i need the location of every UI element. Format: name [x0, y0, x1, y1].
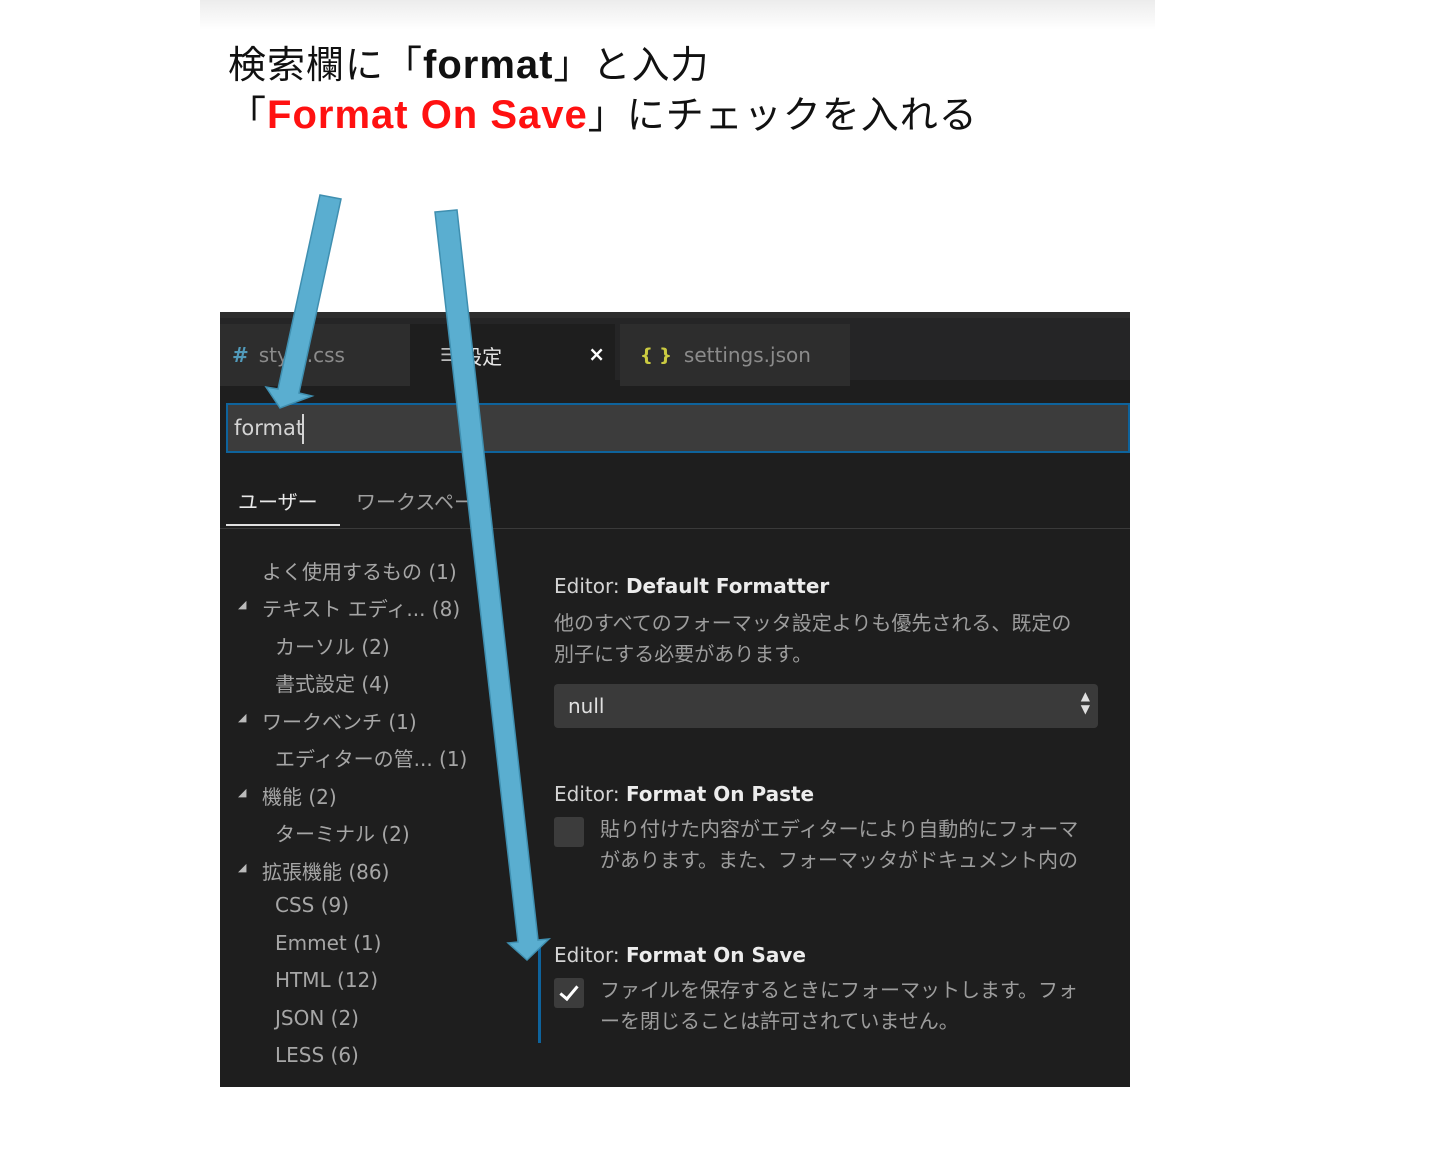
- format-on-save-checkbox[interactable]: [554, 978, 584, 1008]
- close-icon[interactable]: ×: [588, 342, 605, 366]
- toc-item[interactable]: ターミナル (2): [275, 818, 410, 852]
- toc-item[interactable]: よく使用するもの (1): [262, 556, 457, 590]
- toc-item[interactable]: Emmet (1): [275, 931, 381, 965]
- toc-item[interactable]: JSON (2): [275, 1006, 359, 1040]
- tab-bar: # style.css ☰ 設定 × { } settings.json: [220, 312, 1130, 386]
- expand-triangle-icon: ◢: [238, 711, 247, 724]
- toc-item[interactable]: カーソル (2): [275, 631, 390, 665]
- search-box: [226, 403, 1130, 453]
- toc-item[interactable]: LESS (6): [275, 1043, 359, 1077]
- instructions: 検索欄に「format」と入力 「Format On Save」にチェックを入れ…: [228, 40, 978, 140]
- expand-triangle-icon: ◢: [238, 786, 247, 799]
- keyword-format: format: [423, 43, 554, 87]
- keyword-format-on-save: Format On Save: [267, 93, 588, 137]
- default-formatter-select[interactable]: null ▲ ▼: [554, 684, 1098, 728]
- tab-settings[interactable]: ☰ 設定 ×: [410, 324, 615, 386]
- format-on-paste-checkbox[interactable]: [554, 817, 584, 847]
- instruction-line-2: 「Format On Save」にチェックを入れる: [228, 93, 978, 137]
- setting-desc-format-on-save: ファイルを保存するときにフォーマットします。フォ ーを閉じることは許可されていま…: [600, 978, 1078, 1033]
- instruction-line-1: 検索欄に「format」と入力: [228, 43, 710, 87]
- tab-style-css[interactable]: # style.css: [220, 324, 410, 386]
- setting-title-format-on-paste: Editor: Format On Paste: [554, 782, 815, 806]
- modified-indicator: [538, 947, 541, 1043]
- settings-editor: # style.css ☰ 設定 × { } settings.json ユーザ…: [220, 312, 1130, 1087]
- json-braces-icon: { }: [640, 344, 672, 366]
- setting-desc-format-on-paste: 貼り付けた内容がエディターにより自動的にフォーマ があります。また、フォーマッタ…: [600, 817, 1079, 872]
- select-updown-icon: ▲ ▼: [1080, 689, 1090, 716]
- expand-triangle-icon: ◢: [238, 598, 247, 611]
- toc-item[interactable]: ◢ 拡張機能 (86): [238, 856, 389, 890]
- tab-user[interactable]: ユーザー: [226, 486, 340, 526]
- css-hash-icon: #: [232, 343, 249, 367]
- search-input[interactable]: [234, 416, 1114, 440]
- setting-title-format-on-save: Editor: Format On Save: [554, 943, 806, 967]
- toc-item[interactable]: ◢ 機能 (2): [238, 781, 337, 815]
- toc-item[interactable]: ◢ テキスト エディ... (8): [238, 593, 460, 627]
- toc-item[interactable]: 書式設定 (4): [275, 668, 390, 702]
- toc-item[interactable]: ◢ ワークベンチ (1): [238, 706, 417, 740]
- setting-desc-default-formatter: 他のすべてのフォーマッタ設定よりも優先される、既定の 別子にする必要があります。: [554, 611, 1072, 666]
- expand-triangle-icon: ◢: [238, 861, 247, 874]
- setting-title-default-formatter: Editor: Default Formatter: [554, 574, 830, 598]
- toc-item[interactable]: エディターの管... (1): [275, 743, 467, 777]
- tab-settings-json[interactable]: { } settings.json: [620, 324, 850, 386]
- tab-workspace[interactable]: ワークスペース: [356, 486, 493, 526]
- toc-item[interactable]: HTML (12): [275, 968, 378, 1002]
- menu-icon: ☰: [440, 344, 457, 366]
- top-fade: [200, 0, 1155, 30]
- text-caret: [302, 414, 304, 444]
- toc-item[interactable]: CSS (9): [275, 893, 349, 927]
- scope-tabs: ユーザー ワークスペース: [220, 472, 1130, 529]
